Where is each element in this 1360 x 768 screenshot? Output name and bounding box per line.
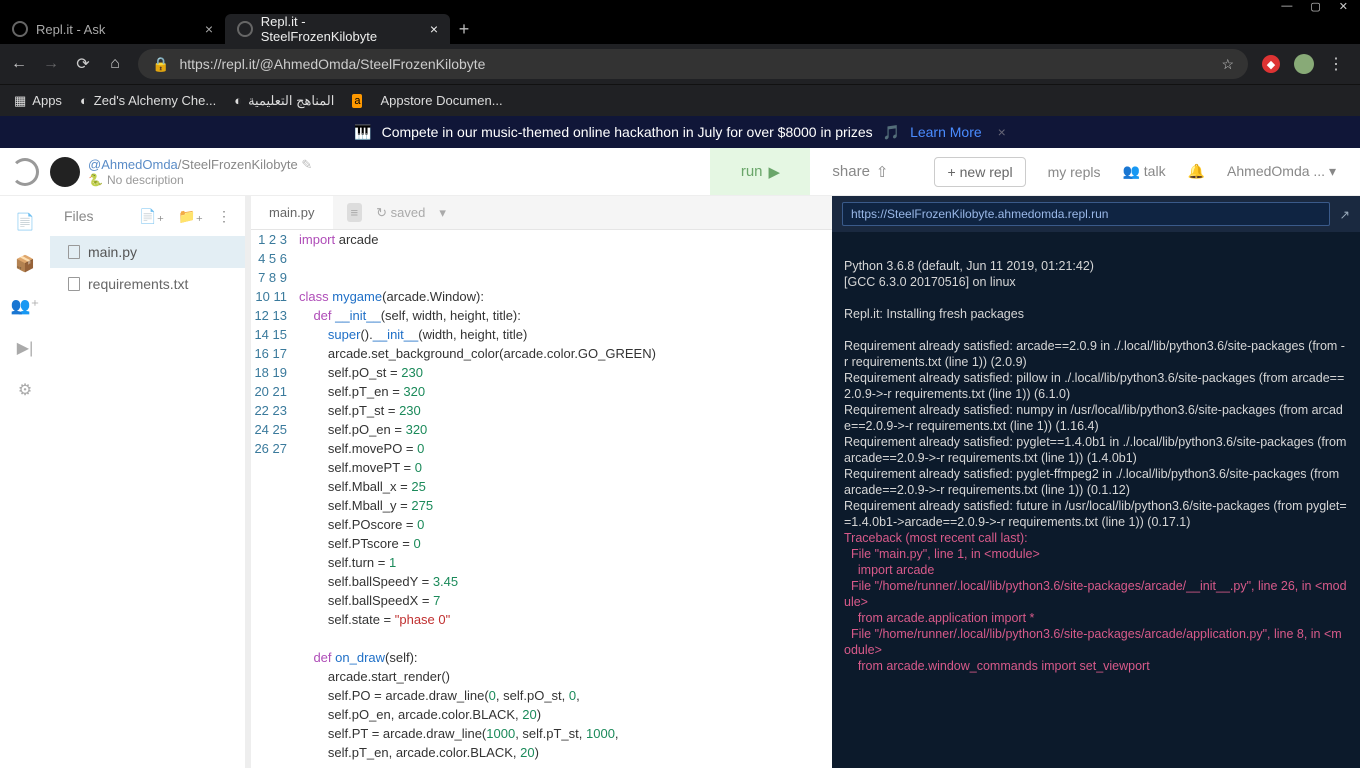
lock-icon: 🔒 bbox=[152, 56, 169, 73]
extension-icon[interactable]: ◆ bbox=[1262, 55, 1280, 73]
favicon-icon bbox=[12, 21, 28, 37]
apps-icon[interactable]: ▦ Apps bbox=[14, 93, 62, 109]
replit-header: @AhmedOmda/SteelFrozenKilobyte ✎ 🐍 No de… bbox=[0, 148, 1360, 196]
left-rail: 📄 📦 👥⁺ ▶| ⚙ bbox=[0, 196, 50, 768]
settings-icon[interactable]: ⚙ bbox=[18, 380, 32, 400]
share-button[interactable]: share ⇧ bbox=[810, 148, 910, 195]
bell-icon[interactable]: 🔔 bbox=[1188, 163, 1205, 180]
plus-icon: + bbox=[947, 164, 955, 180]
profile-avatar[interactable] bbox=[1294, 54, 1314, 74]
project-path: @AhmedOmda/SteelFrozenKilobyte ✎ bbox=[88, 157, 312, 173]
tab-close-icon[interactable]: × bbox=[205, 21, 213, 37]
promo-link[interactable]: Learn More bbox=[910, 124, 982, 140]
code-text[interactable]: import arcade class mygame(arcade.Window… bbox=[295, 230, 832, 768]
promo-close-icon[interactable]: × bbox=[998, 124, 1006, 140]
new-repl-button[interactable]: +new repl bbox=[934, 157, 1025, 187]
new-file-icon[interactable]: 📄₊ bbox=[139, 208, 164, 225]
my-repls-link[interactable]: my repls bbox=[1048, 164, 1101, 180]
file-item[interactable]: requirements.txt bbox=[50, 268, 245, 300]
files-panel: Files 📄₊ 📁₊ ⋮ main.py requirements.txt bbox=[50, 196, 245, 768]
address-bar[interactable]: 🔒 https://repl.it/@AhmedOmda/SteelFrozen… bbox=[138, 49, 1248, 79]
tab-title: Repl.it - Ask bbox=[36, 22, 105, 37]
piano-icon: 🎹 bbox=[354, 124, 371, 141]
account-menu[interactable]: AhmedOmda ... ▾ bbox=[1227, 163, 1336, 180]
terminal-output[interactable]: Python 3.6.8 (default, Jun 11 2019, 01:2… bbox=[832, 232, 1360, 768]
history-icon[interactable]: ▾ bbox=[439, 205, 446, 221]
share-icon: ⇧ bbox=[876, 163, 889, 181]
files-menu-icon[interactable]: ⋮ bbox=[217, 208, 231, 225]
bookmark-item[interactable]: ◐ المناهج التعليمية bbox=[234, 93, 334, 109]
music-icon: 🎵 bbox=[883, 124, 900, 141]
window-maximize-icon[interactable]: ▢ bbox=[1310, 0, 1320, 13]
files-icon[interactable]: 📄 bbox=[15, 212, 35, 232]
new-folder-icon[interactable]: 📁₊ bbox=[178, 208, 203, 225]
bookmark-item[interactable]: a bbox=[352, 94, 362, 108]
file-icon bbox=[68, 277, 80, 291]
browser-tab-strip: Repl.it - Ask × Repl.it - SteelFrozenKil… bbox=[0, 12, 1360, 44]
edit-icon[interactable]: ✎ bbox=[301, 157, 312, 172]
back-icon[interactable]: ← bbox=[10, 55, 28, 73]
play-icon: ▶ bbox=[769, 163, 781, 181]
new-tab-button[interactable]: + bbox=[450, 19, 478, 44]
open-external-icon[interactable]: ↗ bbox=[1340, 207, 1350, 222]
project-desc: 🐍 No description bbox=[88, 173, 312, 187]
multiplayer-icon[interactable]: 👥⁺ bbox=[11, 296, 39, 316]
tab-title: Repl.it - SteelFrozenKilobyte bbox=[261, 14, 422, 44]
home-icon[interactable]: ⌂ bbox=[106, 55, 124, 73]
menu-icon[interactable]: ⋮ bbox=[1328, 54, 1344, 74]
favicon-icon bbox=[237, 21, 253, 37]
editor-tab[interactable]: main.py bbox=[251, 196, 333, 229]
packages-icon[interactable]: 📦 bbox=[15, 254, 35, 274]
saved-indicator: ↻ saved bbox=[376, 205, 425, 221]
repl-url-input[interactable] bbox=[842, 202, 1330, 226]
reload-icon[interactable]: ⟳ bbox=[74, 54, 92, 74]
window-close-icon[interactable]: ✕ bbox=[1339, 0, 1348, 13]
star-icon[interactable]: ☆ bbox=[1221, 56, 1234, 73]
url-text: https://repl.it/@AhmedOmda/SteelFrozenKi… bbox=[179, 56, 485, 72]
files-title: Files bbox=[64, 208, 94, 224]
replit-logo[interactable] bbox=[0, 147, 50, 197]
python-icon: 🐍 bbox=[88, 173, 103, 187]
bookmarks-bar: ▦ Apps ◐ Zed's Alchemy Che... ◐ المناهج … bbox=[0, 84, 1360, 116]
promo-text: Compete in our music-themed online hacka… bbox=[382, 124, 873, 140]
talk-link[interactable]: 👥 talk bbox=[1122, 163, 1165, 180]
promo-banner: 🎹 Compete in our music-themed online hac… bbox=[0, 116, 1360, 148]
line-gutter: 1 2 3 4 5 6 7 8 9 10 11 12 13 14 15 16 1… bbox=[251, 230, 295, 768]
browser-nav-bar: ← → ⟳ ⌂ 🔒 https://repl.it/@AhmedOmda/Ste… bbox=[0, 44, 1360, 84]
debugger-icon[interactable]: ▶| bbox=[17, 338, 33, 358]
format-icon[interactable]: ≡ bbox=[347, 203, 363, 222]
file-item[interactable]: main.py bbox=[50, 236, 245, 268]
bookmark-item[interactable]: ◐ Zed's Alchemy Che... bbox=[80, 93, 216, 108]
file-icon bbox=[68, 245, 80, 259]
people-icon: 👥 bbox=[1122, 163, 1139, 179]
project-avatar[interactable] bbox=[50, 157, 80, 187]
tab-close-icon[interactable]: × bbox=[430, 21, 438, 37]
run-button[interactable]: run ▶ bbox=[710, 148, 810, 195]
browser-tab[interactable]: Repl.it - SteelFrozenKilobyte × bbox=[225, 14, 450, 44]
window-minimize-icon[interactable]: — bbox=[1281, 0, 1292, 12]
editor-pane: main.py ≡ ↻ saved ▾ 1 2 3 4 5 6 7 8 9 10… bbox=[251, 196, 832, 768]
browser-tab[interactable]: Repl.it - Ask × bbox=[0, 14, 225, 44]
forward-icon[interactable]: → bbox=[42, 55, 60, 73]
console-pane: ↗ Python 3.6.8 (default, Jun 11 2019, 01… bbox=[832, 196, 1360, 768]
bookmark-item[interactable]: Appstore Documen... bbox=[380, 93, 502, 108]
